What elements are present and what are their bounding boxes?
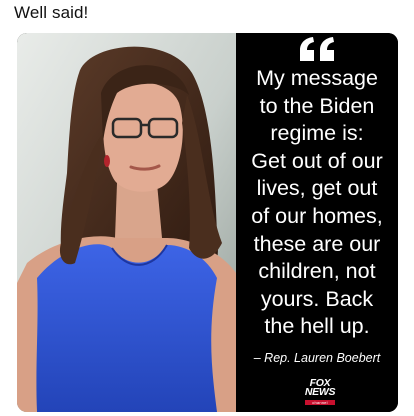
- logo-sub-text: channel: [305, 400, 335, 405]
- fox-news-logo: FOX NEWS channel: [303, 376, 337, 408]
- double-quote-icon: [300, 37, 334, 61]
- logo-brand-text: FOX NEWS: [304, 377, 336, 398]
- portrait-photo: [17, 33, 236, 412]
- quote-panel: My message to the Biden regime is: Get o…: [236, 33, 398, 412]
- meme-image[interactable]: My message to the Biden regime is: Get o…: [17, 33, 398, 412]
- quote-text: My message to the Biden regime is: Get o…: [251, 66, 383, 339]
- post-caption: Well said!: [14, 3, 89, 22]
- quote-attribution: – Rep. Lauren Boebert: [253, 351, 381, 365]
- social-post: Well said! My message to the Biden regim…: [0, 0, 414, 416]
